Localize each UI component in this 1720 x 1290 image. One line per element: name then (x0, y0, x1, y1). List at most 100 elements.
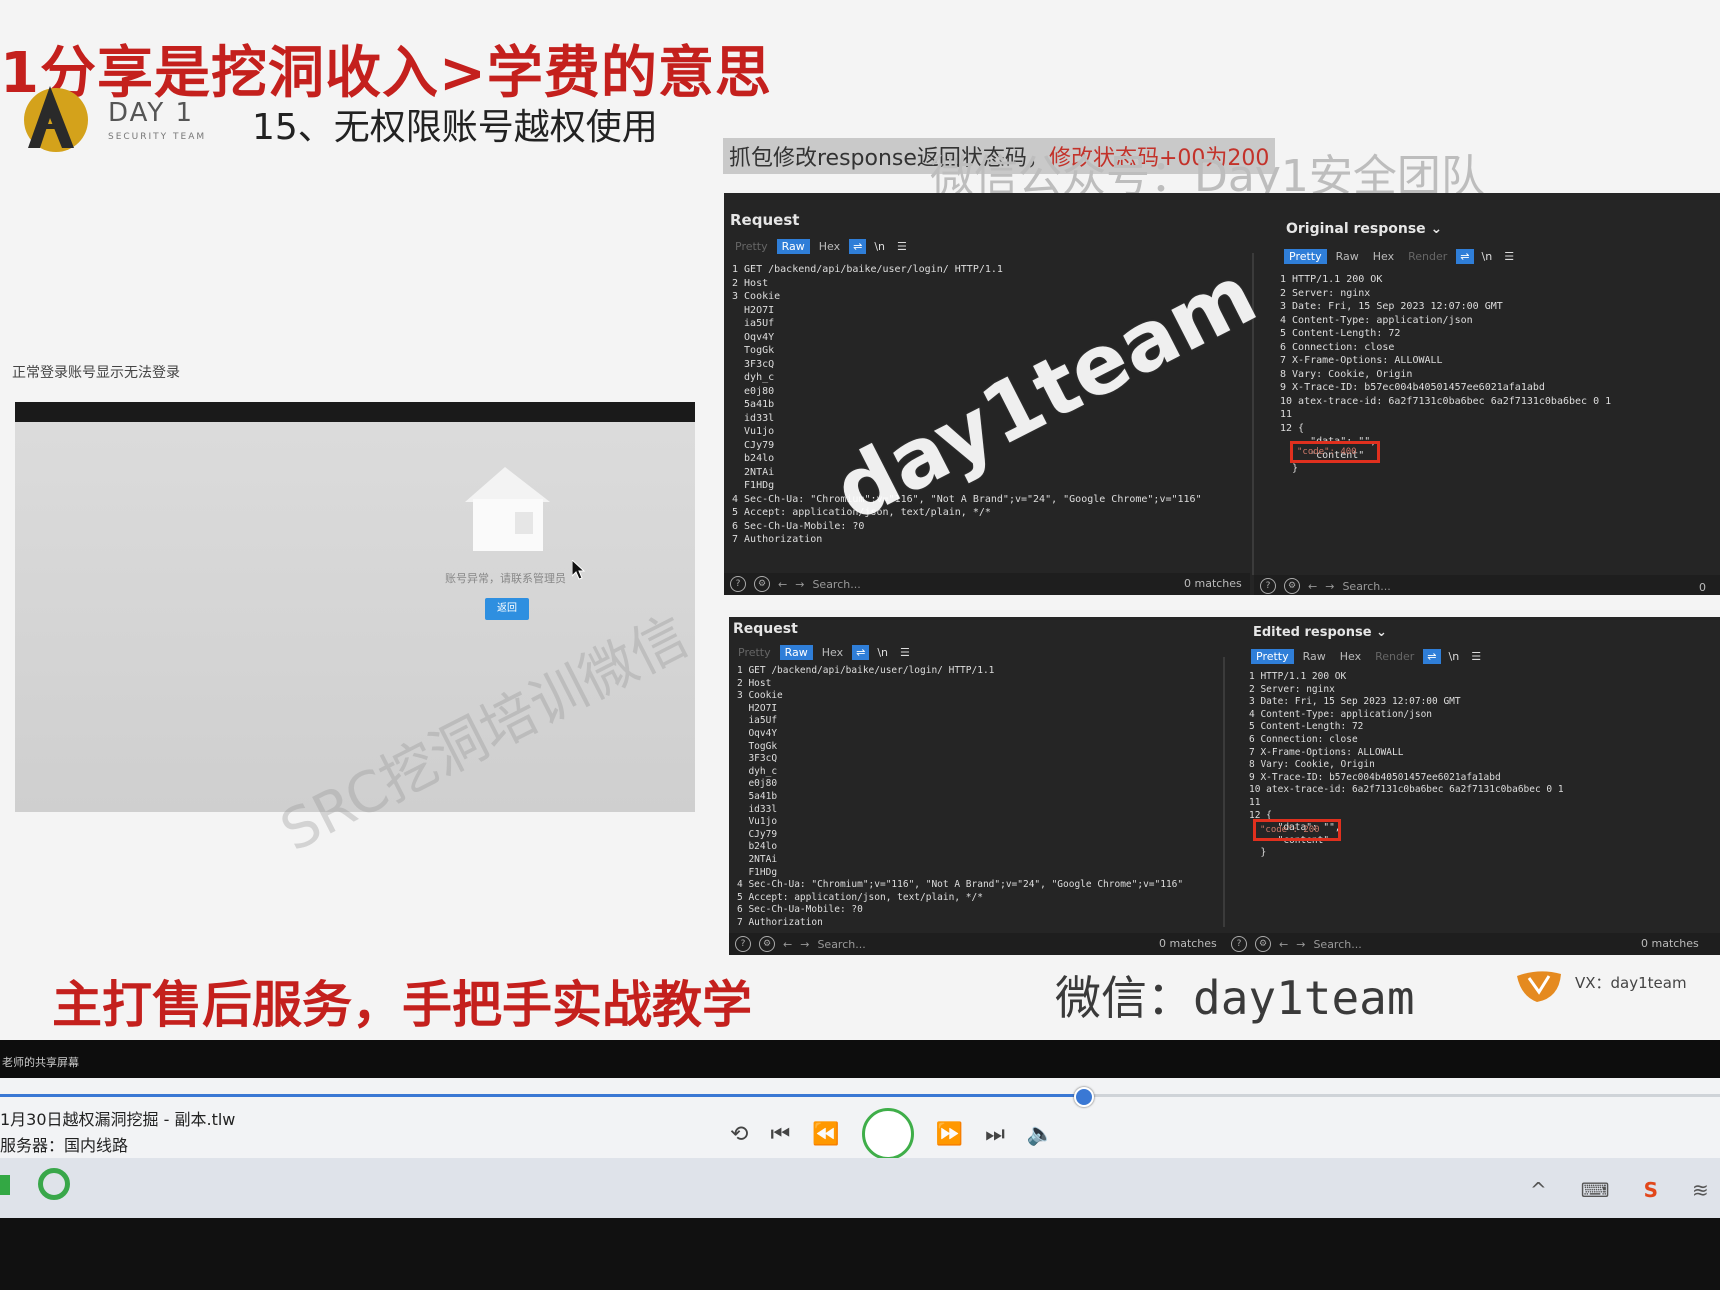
settings-icon[interactable]: ⚙ (1255, 936, 1271, 952)
taskbar-app-icon[interactable] (0, 1175, 10, 1195)
forward-arrow-icon[interactable]: → (800, 938, 809, 951)
code-line: ia5Uf (737, 715, 778, 727)
tab-hex[interactable]: Hex (1335, 649, 1366, 664)
newline-icon[interactable]: \n (1478, 249, 1497, 264)
day-sublabel: SECURITY TEAM (108, 132, 207, 142)
code-line: 6 Connection: close (1280, 341, 1395, 353)
tab-raw[interactable]: Raw (1331, 249, 1364, 264)
edited-response-title[interactable]: Edited response ⌄ (1253, 625, 1387, 640)
request-tabs: Pretty Raw Hex ⇌ \n ☰ (730, 239, 911, 254)
settings-icon[interactable]: ⚙ (754, 576, 770, 592)
newline-icon[interactable]: \n (873, 645, 892, 660)
pane-divider[interactable] (1223, 657, 1225, 927)
code-line: 2 Host (737, 677, 772, 689)
code-line: 4 Sec-Ch-Ua: "Chromium";v="116", "Not A … (732, 493, 1202, 505)
code-line: 6 Sec-Ch-Ua-Mobile: ?0 (732, 520, 865, 532)
volume-icon[interactable]: 🔈 (1027, 1122, 1054, 1147)
back-arrow-icon[interactable]: ← (1279, 938, 1288, 951)
code-line: b24lo (737, 841, 778, 853)
search-input[interactable]: Search... (812, 578, 860, 591)
menu-icon[interactable]: ☰ (896, 645, 914, 660)
code-line: 3F3cQ (737, 753, 778, 765)
code-line: 4 Sec-Ch-Ua: "Chromium";v="116", "Not A … (737, 879, 1184, 891)
request-tabs: Pretty Raw Hex ⇌ \n ☰ (733, 645, 914, 660)
share-label: 老师的共享屏幕 (2, 1056, 79, 1069)
tab-render[interactable]: Render (1370, 649, 1419, 664)
tab-raw[interactable]: Raw (779, 645, 813, 660)
wrap-icon[interactable]: ⇌ (852, 645, 870, 660)
back-arrow-icon[interactable]: ← (1308, 580, 1317, 593)
back-arrow-icon[interactable]: ← (778, 578, 787, 591)
newline-icon[interactable]: \n (1445, 649, 1464, 664)
progress-thumb[interactable] (1073, 1087, 1094, 1107)
tab-raw[interactable]: Raw (1298, 649, 1331, 664)
wrap-icon[interactable]: ⇌ (849, 239, 867, 254)
code-line: 9 X-Trace-ID: b57ec004b40501457ee6021afa… (1280, 382, 1545, 393)
play-button[interactable] (861, 1108, 914, 1160)
menu-icon[interactable]: ☰ (893, 239, 911, 254)
code-line: 12 { (1280, 422, 1305, 434)
response-tabs: Pretty Raw Hex Render ⇌ \n ☰ (1251, 649, 1485, 664)
playback-controls: ⟲ ⏮ ⏪ ⏩ ⏭ 🔈 (730, 1108, 1054, 1160)
settings-icon[interactable]: ⚙ (1284, 578, 1300, 594)
code-line: id33l (737, 803, 778, 815)
tab-pretty[interactable]: Pretty (733, 645, 776, 660)
chevron-up-icon[interactable]: ^ (1530, 1178, 1547, 1202)
request-code: 1 GET /backend/api/baike/user/login/ HTT… (737, 665, 1183, 929)
request-search-bar: ? ⚙ ← → Search... (729, 933, 1225, 955)
code-line: 3 Date: Fri, 15 Sep 2023 12:07:00 GMT (1249, 696, 1461, 708)
browser-error-message: 账号异常，请联系管理员 (445, 572, 566, 585)
back-arrow-icon[interactable]: ← (783, 938, 792, 951)
tab-hex[interactable]: Hex (817, 645, 848, 660)
next-track-icon[interactable]: ⏭ (985, 1122, 1005, 1147)
loop-icon[interactable]: ⟲ (730, 1122, 748, 1147)
settings-icon[interactable]: ⚙ (759, 936, 775, 952)
tab-pretty[interactable]: Pretty (1284, 249, 1327, 264)
code-line: 9 X-Trace-ID: b57ec004b40501457ee6021afa… (1249, 771, 1501, 783)
original-response-title[interactable]: Original response ⌄ (1286, 221, 1442, 237)
monitor-bezel (0, 1218, 1720, 1290)
newline-icon[interactable]: \n (870, 239, 889, 254)
code-line: 10 atex-trace-id: 6a2f7131c0ba6bec 6a2f7… (1280, 395, 1612, 407)
wifi-icon[interactable]: ≋ (1692, 1178, 1709, 1202)
code-line: 7 Authorization (737, 916, 823, 928)
match-count: 0 matches (1641, 937, 1699, 950)
share-bar (0, 1040, 1720, 1080)
fast-forward-icon[interactable]: ⏩ (936, 1122, 963, 1147)
wrap-icon[interactable]: ⇌ (1456, 249, 1474, 264)
tab-pretty[interactable]: Pretty (1251, 649, 1294, 664)
code-line: CJy79 (737, 828, 778, 840)
forward-arrow-icon[interactable]: → (1325, 580, 1334, 593)
day-label: DAY 1 (108, 98, 195, 128)
code-line: 10 atex-trace-id: 6a2f7131c0ba6bec 6a2f7… (1249, 784, 1564, 796)
search-input[interactable]: Search... (1313, 938, 1361, 951)
forward-arrow-icon[interactable]: → (795, 578, 804, 591)
player-app-icon[interactable] (38, 1168, 70, 1200)
search-input[interactable]: Search... (817, 938, 865, 951)
menu-icon[interactable]: ☰ (1467, 649, 1485, 664)
code-line: 6 Connection: close (1249, 733, 1358, 745)
search-input[interactable]: Search... (1342, 580, 1390, 593)
sogou-icon[interactable]: S (1644, 1178, 1658, 1202)
input-method-icon[interactable]: ⌨ (1581, 1178, 1610, 1202)
browser-back-button[interactable]: 返回 (485, 598, 529, 620)
code-line: 2 Server: nginx (1280, 287, 1371, 299)
tab-hex[interactable]: Hex (1368, 249, 1399, 264)
tab-render[interactable]: Render (1403, 249, 1452, 264)
request-search-bar: ? ⚙ ← → Search... (724, 573, 1250, 595)
code-line: 1 GET /backend/api/baike/user/login/ HTT… (732, 264, 1003, 275)
help-icon[interactable]: ? (735, 936, 751, 952)
previous-track-icon[interactable]: ⏮ (770, 1122, 790, 1147)
rewind-icon[interactable]: ⏪ (812, 1122, 839, 1147)
help-icon[interactable]: ? (730, 576, 746, 592)
tab-raw[interactable]: Raw (776, 239, 810, 254)
tab-pretty[interactable]: Pretty (730, 239, 773, 254)
code-line: 5 Content-Length: 72 (1280, 328, 1401, 339)
help-icon[interactable]: ? (1231, 936, 1247, 952)
tab-hex[interactable]: Hex (814, 239, 845, 254)
wrap-icon[interactable]: ⇌ (1423, 649, 1441, 664)
help-icon[interactable]: ? (1260, 578, 1276, 594)
forward-arrow-icon[interactable]: → (1296, 938, 1305, 951)
menu-icon[interactable]: ☰ (1500, 249, 1518, 264)
code-line: 2 Host (732, 277, 769, 289)
